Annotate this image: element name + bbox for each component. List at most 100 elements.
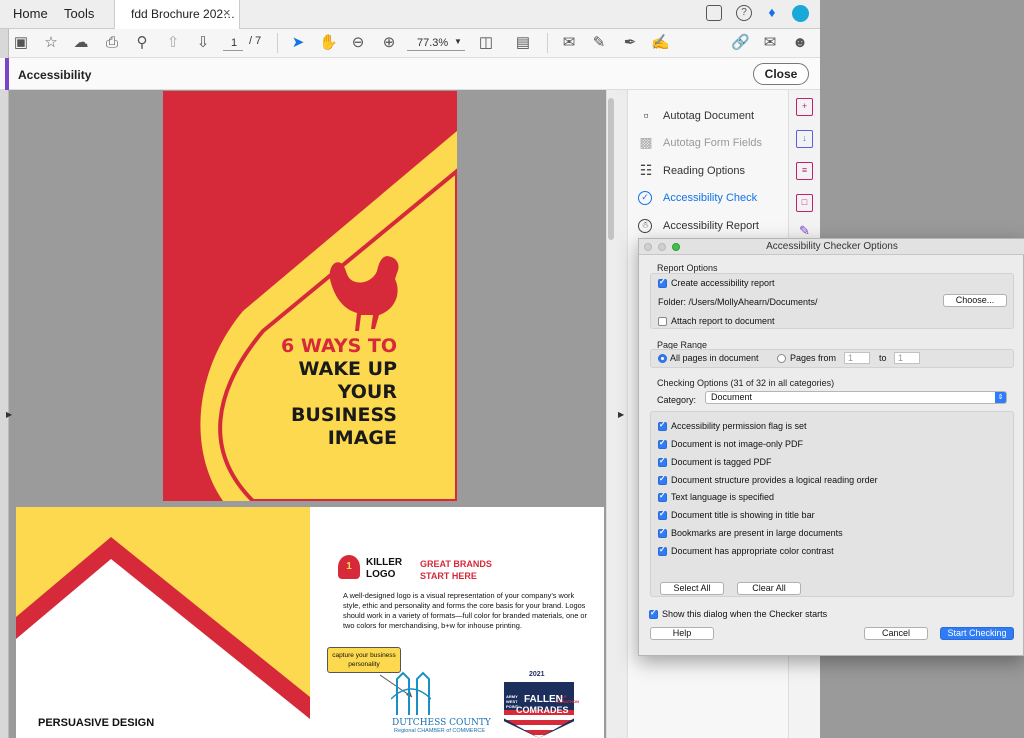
check-color-contrast[interactable] xyxy=(658,545,667,556)
print-icon[interactable]: ⎙ xyxy=(103,34,121,52)
bridge-logo-icon xyxy=(391,671,431,715)
checking-options-label: Checking Options (31 of 32 in all catego… xyxy=(657,378,835,388)
bookmark-star-icon[interactable]: ☆ xyxy=(42,34,60,52)
to-label: to xyxy=(879,353,887,363)
select-all-button[interactable]: Select All xyxy=(660,582,724,595)
headline-line-2: WAKE UP xyxy=(298,358,397,380)
callout-bubble: capture your business personality xyxy=(327,647,401,673)
help-icon[interactable]: ? xyxy=(736,5,752,21)
great-brands-title: GREAT BRANDS START HERE xyxy=(420,558,492,582)
accessibility-person-icon: ☃ xyxy=(638,219,652,233)
zoom-dropdown[interactable]: 77.3% ▼ xyxy=(407,35,465,51)
logo-body-text: A well-designed logo is a visual represe… xyxy=(343,591,587,630)
link-icon[interactable]: 🔗 xyxy=(731,34,750,52)
page-current: 1 xyxy=(231,37,238,49)
reading-options-icon: ☷ xyxy=(639,162,653,178)
accessibility-checker-dialog: Accessibility Checker Options Report Opt… xyxy=(638,238,1024,656)
close-tab-icon[interactable]: × xyxy=(223,5,231,20)
choose-button[interactable]: Choose... xyxy=(943,294,1007,307)
page-number-input[interactable]: 1 xyxy=(223,35,243,51)
pages-from-input[interactable]: 1 xyxy=(844,352,870,364)
fit-page-icon[interactable]: ◫ xyxy=(477,34,495,52)
scrollbar-thumb[interactable] xyxy=(608,98,614,240)
check-label: Document is tagged PDF xyxy=(671,457,772,467)
left-panel-expand-icon[interactable]: ▶ xyxy=(6,410,12,419)
export-pdf-icon[interactable]: □ xyxy=(796,194,813,212)
page-total: / 7 xyxy=(249,35,262,47)
save-icon[interactable]: ▣ xyxy=(12,34,30,52)
accessibility-bar: Accessibility Close xyxy=(0,58,820,90)
zoom-out-icon[interactable]: ⊖ xyxy=(349,34,367,52)
headline-line-5: IMAGE xyxy=(327,427,397,449)
check-label: Accessibility permission flag is set xyxy=(671,421,807,431)
right-panel-collapse-icon[interactable]: ▶ xyxy=(618,410,624,419)
category-label: Category: xyxy=(657,395,697,405)
close-button[interactable]: Close xyxy=(753,63,809,85)
dialog-title: Accessibility Checker Options xyxy=(766,241,898,252)
check-circle-icon: ✓ xyxy=(638,191,652,205)
show-dialog-checkbox[interactable] xyxy=(649,608,658,619)
checks-group: Accessibility permission flag is set Doc… xyxy=(650,411,1014,597)
spade-badge-icon: 1 xyxy=(338,555,360,579)
create-pdf-icon[interactable]: + xyxy=(796,98,813,116)
tab-tools[interactable]: Tools xyxy=(64,6,94,21)
toolbar-divider xyxy=(277,33,278,53)
killer-logo-title: KILLER LOGO xyxy=(366,557,402,581)
draw-icon[interactable]: ✒ xyxy=(621,34,639,52)
all-pages-radio[interactable] xyxy=(658,354,667,363)
category-select[interactable]: Document ⇕ xyxy=(705,391,1007,404)
share-screen-icon[interactable] xyxy=(706,5,722,21)
toolbar-divider-2 xyxy=(547,33,548,53)
zoom-in-icon[interactable]: ⊕ xyxy=(380,34,398,52)
email-icon[interactable]: ✉ xyxy=(761,34,779,52)
page-down-icon[interactable]: ⇩ xyxy=(194,34,212,52)
yellow-house-shape xyxy=(16,507,310,738)
start-checking-button[interactable]: Start Checking xyxy=(940,627,1014,640)
page-up-icon[interactable]: ⇧ xyxy=(164,34,182,52)
attach-report-checkbox[interactable] xyxy=(658,317,667,326)
select-cursor-icon[interactable]: ➤ xyxy=(289,34,307,52)
help-button[interactable]: Help xyxy=(650,627,714,640)
form-fields-icon: ▩ xyxy=(639,134,653,150)
notification-bell-icon[interactable]: ♦ xyxy=(764,4,780,22)
zoom-search-icon[interactable]: ⚲ xyxy=(133,34,151,52)
upload-cloud-icon[interactable]: ☁ xyxy=(72,34,90,52)
persuasive-design-heading: PERSUASIVE DESIGN xyxy=(38,717,155,729)
clear-all-button[interactable]: Clear All xyxy=(737,582,801,595)
check-not-image-only[interactable] xyxy=(658,438,667,449)
check-label: Document is not image-only PDF xyxy=(671,439,804,449)
fill-sign-icon[interactable]: ✍ xyxy=(651,34,670,52)
pages-to-input[interactable]: 1 xyxy=(894,352,920,364)
hand-tool-icon[interactable]: ✋ xyxy=(319,34,338,52)
tool-label: Reading Options xyxy=(663,165,745,177)
tool-label: Accessibility Check xyxy=(663,192,758,204)
show-dialog-label: Show this dialog when the Checker starts xyxy=(662,609,828,619)
highlight-pen-icon[interactable]: ✎ xyxy=(590,34,608,52)
tab-home[interactable]: Home xyxy=(13,6,48,21)
create-report-checkbox[interactable] xyxy=(658,277,667,288)
attach-report-label: Attach report to document xyxy=(671,316,775,326)
comment-icon[interactable]: ✉ xyxy=(560,34,578,52)
combine-files-icon[interactable]: ↓ xyxy=(796,130,813,148)
accessibility-title: Accessibility xyxy=(18,68,92,82)
scroll-mode-icon[interactable]: ▤ xyxy=(514,34,532,52)
check-tagged-pdf[interactable] xyxy=(658,456,667,467)
tab-document[interactable]: fdd Brochure 202… × xyxy=(114,0,240,29)
headline-line-1: 6 WAYS TO xyxy=(281,335,397,357)
check-label: Document has appropriate color contrast xyxy=(671,546,834,556)
check-reading-order[interactable] xyxy=(658,474,667,485)
fallen-comrades-logo: 2021 ARMY WEST POINT HALF MARATHON FALLE… xyxy=(504,670,579,738)
page-range-group: All pages in document Pages from 1 to 1 xyxy=(650,349,1014,368)
organize-pages-icon[interactable]: ≡ xyxy=(796,162,813,180)
cancel-button[interactable]: Cancel xyxy=(864,627,928,640)
avatar[interactable] xyxy=(792,5,809,22)
add-user-icon[interactable]: ☻ xyxy=(791,34,809,52)
check-bookmarks[interactable] xyxy=(658,527,667,538)
chevron-down-icon: ▼ xyxy=(454,37,462,46)
check-permission-flag[interactable] xyxy=(658,420,667,431)
pages-from-radio[interactable] xyxy=(777,354,786,363)
main-toolbar: ▣ ☆ ☁ ⎙ ⚲ ⇧ ⇩ 1 / 7 ➤ ✋ ⊖ ⊕ 77.3% ▼ ◫ ▤ … xyxy=(9,29,820,58)
check-text-language[interactable] xyxy=(658,491,667,502)
headline-line-4: BUSINESS xyxy=(290,404,397,426)
check-title-bar[interactable] xyxy=(658,509,667,520)
